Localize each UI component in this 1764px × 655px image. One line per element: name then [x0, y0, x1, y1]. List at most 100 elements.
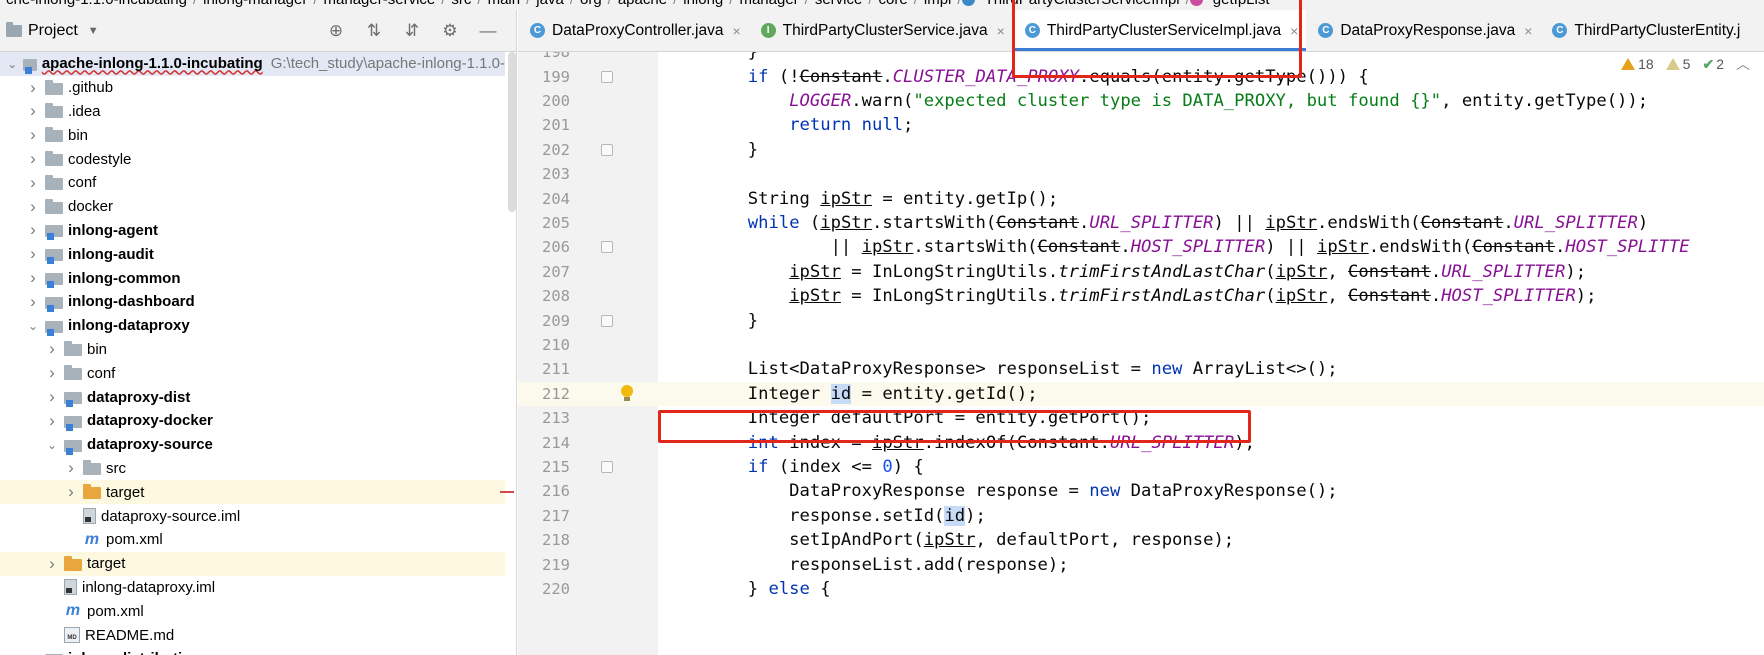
tree-node[interactable]: › dataproxy-dist — [0, 385, 505, 409]
code-line[interactable]: 202 } — [518, 138, 1764, 162]
tree-node[interactable]: › target — [0, 480, 514, 505]
breadcrumb-item[interactable]: manager — [733, 0, 804, 8]
inspection-widget[interactable]: 18 5 ✔ 2 ︿ — [1621, 54, 1750, 74]
fold-marker-icon[interactable] — [601, 70, 613, 83]
editor-tab[interactable]: C DataProxyResponse.java × — [1306, 10, 1540, 51]
chevron-up-icon[interactable]: ︿ — [1736, 54, 1750, 74]
code-line[interactable]: 209 } — [518, 308, 1764, 332]
locate-file-icon[interactable]: ⊕ — [326, 21, 346, 41]
tree-node[interactable]: › inlong-dashboard — [0, 290, 505, 314]
collapse-arrow-icon[interactable]: › — [63, 482, 79, 502]
collapse-arrow-icon[interactable]: › — [44, 339, 60, 359]
breadcrumb-item[interactable]: service — [809, 0, 869, 8]
tree-node[interactable]: › target — [0, 551, 505, 576]
code-line[interactable]: 200 LOGGER.warn("expected cluster type i… — [518, 89, 1764, 113]
tree-node[interactable]: dataproxy-source.iml — [0, 504, 505, 528]
tree-node[interactable]: › .idea — [0, 100, 505, 124]
fold-marker-icon[interactable] — [601, 314, 613, 327]
collapse-all-icon[interactable]: ⇵ — [402, 21, 422, 41]
close-icon[interactable]: × — [997, 23, 1005, 39]
collapse-arrow-icon[interactable]: › — [25, 197, 41, 217]
collapse-arrow-icon[interactable]: › — [25, 101, 41, 121]
collapse-arrow-icon[interactable]: › — [44, 387, 60, 407]
collapse-arrow-icon[interactable]: › — [25, 173, 41, 193]
editor-tab[interactable]: C DataProxyController.java × — [518, 10, 749, 51]
project-tree-scrollbar[interactable] — [508, 52, 516, 212]
lightbulb-icon[interactable] — [620, 384, 634, 403]
code-line[interactable]: 201 return null; — [518, 113, 1764, 137]
tree-node[interactable]: › inlong-agent — [0, 219, 505, 243]
breadcrumb-item[interactable]: inlong-manager — [197, 0, 313, 8]
tree-node[interactable]: › inlong-common — [0, 266, 505, 290]
breadcrumb-item[interactable]: inlong — [677, 0, 729, 8]
collapse-arrow-icon[interactable]: › — [25, 78, 41, 98]
hide-panel-icon[interactable]: — — [478, 21, 498, 41]
code-line[interactable]: 218 setIpAndPort(ipStr, defaultPort, res… — [518, 528, 1764, 552]
editor-tab[interactable]: I ThirdPartyClusterService.java × — [749, 10, 1013, 51]
collapse-arrow-icon[interactable]: › — [25, 149, 41, 169]
breadcrumb-item[interactable]: che-inlong-1.1.0-incubating — [0, 0, 193, 8]
fold-marker-icon[interactable] — [601, 241, 613, 254]
tree-node[interactable]: ⌄ inlong-dataproxy — [0, 314, 505, 338]
code-line[interactable]: 204 String ipStr = entity.getIp(); — [518, 186, 1764, 210]
collapse-arrow-icon[interactable]: › — [44, 363, 60, 383]
code-line[interactable]: 206 || ipStr.startsWith(Constant.HOST_SP… — [518, 235, 1764, 259]
tree-node[interactable]: › codestyle — [0, 147, 505, 171]
breadcrumb-item[interactable]: org — [574, 0, 608, 8]
breadcrumb-item[interactable]: impl — [918, 0, 958, 8]
close-icon[interactable]: × — [732, 23, 740, 39]
tree-node[interactable]: › bin — [0, 123, 505, 147]
fold-marker-icon[interactable] — [601, 460, 613, 473]
code-line[interactable]: 216 DataProxyResponse response = new Dat… — [518, 479, 1764, 503]
expand-arrow-icon[interactable]: ⌄ — [25, 319, 41, 333]
collapse-arrow-icon[interactable]: › — [44, 554, 60, 574]
code-line[interactable]: 203 — [518, 162, 1764, 186]
collapse-arrow-icon[interactable]: › — [25, 268, 41, 288]
tree-node[interactable]: › .github — [0, 76, 505, 100]
code-line[interactable]: 215 if (index <= 0) { — [518, 455, 1764, 479]
code-line[interactable]: 208 ipStr = InLongStringUtils.trimFirstA… — [518, 284, 1764, 308]
breadcrumb-item[interactable]: apache — [612, 0, 673, 8]
breadcrumb-item[interactable]: core — [873, 0, 914, 8]
code-line[interactable]: 211 List<DataProxyResponse> responseList… — [518, 357, 1764, 381]
collapse-arrow-icon[interactable]: › — [25, 125, 41, 145]
collapse-arrow-icon[interactable]: › — [25, 649, 41, 655]
expand-all-icon[interactable]: ⇅ — [364, 21, 384, 41]
collapse-arrow-icon[interactable]: › — [63, 458, 79, 478]
editor-tab[interactable]: C ThirdPartyClusterEntity.j — [1540, 10, 1748, 51]
tree-node[interactable]: ⌄ dataproxy-source — [0, 433, 505, 457]
tree-node[interactable]: › conf — [0, 171, 505, 195]
tree-node[interactable]: › bin — [0, 338, 505, 362]
code-line[interactable]: 207 ipStr = InLongStringUtils.trimFirstA… — [518, 260, 1764, 284]
tree-node[interactable]: › docker — [0, 195, 505, 219]
collapse-arrow-icon[interactable]: › — [25, 292, 41, 312]
collapse-arrow-icon[interactable]: › — [44, 411, 60, 431]
tree-node[interactable]: inlong-dataproxy.iml — [0, 576, 505, 600]
collapse-arrow-icon[interactable]: › — [25, 244, 41, 264]
collapse-arrow-icon[interactable]: › — [25, 220, 41, 240]
breadcrumb-item[interactable]: main — [482, 0, 527, 8]
expand-arrow-icon[interactable]: ⌄ — [44, 438, 60, 452]
code-line[interactable]: 217 response.setId(id); — [518, 504, 1764, 528]
code-line[interactable]: 220 } else { — [518, 577, 1764, 601]
code-line[interactable]: 212 Integer id = entity.getId(); — [518, 381, 1764, 406]
code-line[interactable]: 219 responseList.add(response); — [518, 552, 1764, 576]
tree-node[interactable]: m pom.xml — [0, 599, 505, 623]
code-editor[interactable]: 198 } 199 if (!Constant.CLUSTER_DATA_PROX… — [518, 52, 1764, 655]
tree-node[interactable]: MD README.md — [0, 623, 505, 647]
tree-node[interactable]: ⌄ apache-inlong-1.1.0-incubating G:\tech_s… — [0, 52, 505, 76]
close-icon[interactable]: × — [1524, 23, 1532, 39]
breadcrumb-item[interactable]: src — [445, 0, 477, 8]
tree-node[interactable]: m pom.xml — [0, 528, 505, 552]
tree-node[interactable]: › inlong-audit — [0, 242, 505, 266]
fold-marker-icon[interactable] — [601, 143, 613, 156]
code-line[interactable]: 205 while (ipStr.startsWith(Constant.URL… — [518, 211, 1764, 235]
tree-node[interactable]: › inlong-distribution — [0, 647, 505, 655]
gear-icon[interactable]: ⚙ — [440, 21, 460, 41]
breadcrumb-item[interactable]: manager-service — [318, 0, 442, 8]
tree-node[interactable]: › conf — [0, 361, 505, 385]
expand-arrow-icon[interactable]: ⌄ — [6, 57, 19, 71]
breadcrumb-item[interactable]: java — [530, 0, 570, 8]
tree-node[interactable]: › dataproxy-docker — [0, 409, 505, 433]
tree-node[interactable]: › src — [0, 457, 505, 481]
